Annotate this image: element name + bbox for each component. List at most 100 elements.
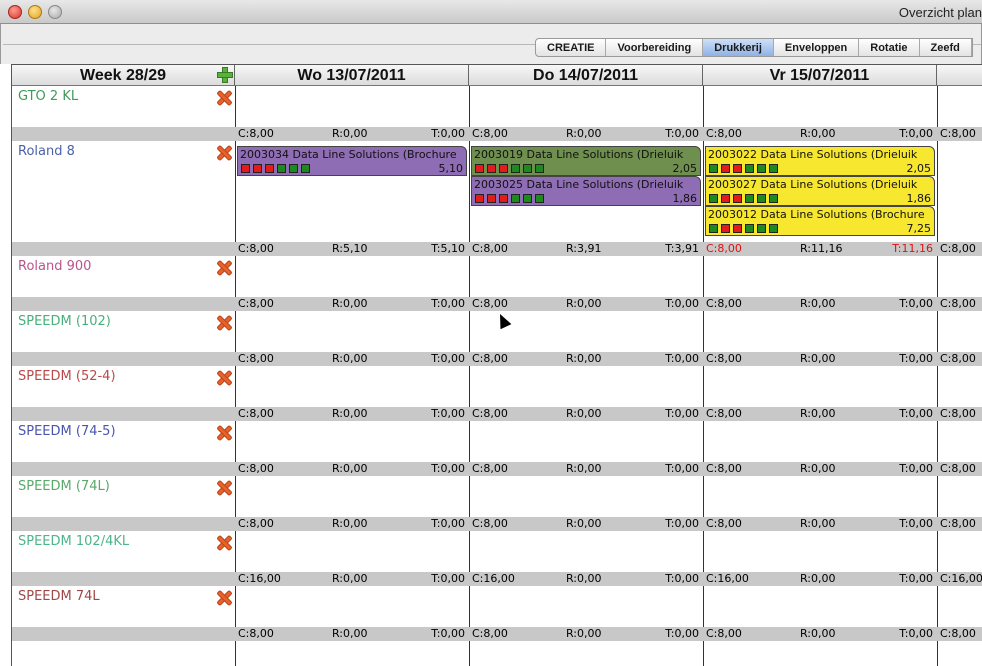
tab-voorbereiding[interactable]: Voorbereiding	[606, 39, 704, 56]
grid-header-row: Week 28/29 Wo 13/07/2011 Do 14/07/2011 V…	[12, 65, 982, 86]
day-header-vr: Vr 15/07/2011	[703, 65, 937, 86]
capacity-summary-cell: C:8,00 R:0,00 T:0,00	[703, 462, 937, 476]
capacity-summary-cell: C:8,00	[937, 462, 982, 476]
reserved-value: R:0,00	[566, 572, 602, 585]
tab-drukkerij[interactable]: Drukkerij	[703, 39, 774, 56]
total-value: T:3,91	[665, 242, 699, 255]
capacity-summary-cell: C:8,00	[937, 352, 982, 366]
job-hours: 2,05	[672, 162, 698, 175]
job-hours: 7,25	[906, 222, 932, 235]
machine-name[interactable]: Roland 8	[18, 144, 75, 159]
remove-machine-icon[interactable]	[216, 145, 232, 161]
machine-name[interactable]: SPEEDM (74-5)	[18, 424, 116, 439]
reserved-value: R:0,00	[566, 462, 602, 475]
status-square-green	[523, 194, 532, 203]
total-value: T:0,00	[899, 572, 933, 585]
capacity-value: C:8,00	[940, 407, 976, 420]
capacity-summary-cell: C:8,00 R:0,00 T:0,00	[235, 627, 469, 641]
capacity-summary-bar: C:8,00 R:0,00 T:0,00 C:8,00 R:0,00 T:0,00 C:8,…	[12, 517, 982, 531]
capacity-value: C:8,00	[940, 127, 976, 140]
zoom-window-button[interactable]	[48, 5, 62, 19]
reserved-value: R:0,00	[332, 407, 368, 420]
remove-machine-icon[interactable]	[216, 315, 232, 331]
job-title: 2003027 Data Line Solutions (Drieluik	[708, 178, 918, 191]
job-status-indicators	[241, 164, 310, 173]
status-square-green	[769, 194, 778, 203]
capacity-summary-cell: C:16,00	[937, 572, 982, 586]
tab-zeefd[interactable]: Zeefd	[920, 39, 972, 56]
machine-name[interactable]: SPEEDM (102)	[18, 314, 111, 329]
remove-machine-icon[interactable]	[216, 535, 232, 551]
reserved-value: R:0,00	[566, 517, 602, 530]
remove-machine-icon[interactable]	[216, 590, 232, 606]
capacity-summary-cell: C:8,00 R:0,00 T:0,00	[703, 127, 937, 141]
tab-enveloppen[interactable]: Enveloppen	[774, 39, 860, 56]
status-square-green	[511, 164, 520, 173]
capacity-summary-bar: C:8,00 R:0,00 T:0,00 C:8,00 R:0,00 T:0,00 C:8,…	[12, 127, 982, 141]
capacity-value: C:8,00	[940, 462, 976, 475]
capacity-value: C:16,00	[238, 572, 281, 585]
machine-name[interactable]: SPEEDM (74L)	[18, 479, 110, 494]
job-status-indicators	[709, 224, 778, 233]
total-value: T:5,10	[431, 242, 465, 255]
reserved-value: R:0,00	[800, 407, 836, 420]
machine-row: SPEEDM 102/4KL C:16,00 R:0,00 T:0,00 C:16,00…	[12, 531, 982, 586]
job-block[interactable]: 2003022 Data Line Solutions (Drieluik 2,0…	[705, 146, 935, 176]
capacity-summary-bar: C:8,00 R:0,00 T:0,00 C:8,00 R:0,00 T:0,00 C:8,…	[12, 297, 982, 311]
status-square-red	[721, 224, 730, 233]
close-window-button[interactable]	[8, 5, 22, 19]
job-block[interactable]: 2003034 Data Line Solutions (Brochure 5,1…	[237, 146, 467, 176]
capacity-summary-cell: C:8,00	[937, 297, 982, 311]
status-square-green	[709, 164, 718, 173]
machine-name[interactable]: SPEEDM 102/4KL	[18, 534, 129, 549]
capacity-summary-cell: C:8,00	[937, 127, 982, 141]
job-hours: 1,86	[672, 192, 698, 205]
job-block[interactable]: 2003025 Data Line Solutions (Drieluik 1,8…	[471, 176, 701, 206]
capacity-summary-cell: C:8,00	[937, 627, 982, 641]
reserved-value: R:0,00	[800, 572, 836, 585]
capacity-summary-cell: C:8,00 R:0,00 T:0,00	[469, 297, 703, 311]
machine-name[interactable]: Roland 900	[18, 259, 91, 274]
machine-name[interactable]: GTO 2 KL	[18, 89, 78, 104]
capacity-summary-cell: C:8,00 R:0,00 T:0,00	[235, 407, 469, 421]
job-block[interactable]: 2003027 Data Line Solutions (Drieluik 1,8…	[705, 176, 935, 206]
reserved-value: R:0,00	[332, 517, 368, 530]
capacity-summary-cell: C:8,00 R:0,00 T:0,00	[469, 462, 703, 476]
remove-machine-icon[interactable]	[216, 370, 232, 386]
status-square-green	[277, 164, 286, 173]
job-block[interactable]: 2003019 Data Line Solutions (Drieluik 2,0…	[471, 146, 701, 176]
status-square-green	[535, 164, 544, 173]
remove-machine-icon[interactable]	[216, 90, 232, 106]
status-square-green	[301, 164, 310, 173]
capacity-summary-cell: C:16,00 R:0,00 T:0,00	[703, 572, 937, 586]
remove-machine-icon[interactable]	[216, 480, 232, 496]
machine-name[interactable]: SPEEDM (52-4)	[18, 369, 116, 384]
capacity-value: C:8,00	[940, 352, 976, 365]
job-block[interactable]: 2003012 Data Line Solutions (Brochure 7,2…	[705, 206, 935, 236]
reserved-value: R:0,00	[332, 297, 368, 310]
job-title: 2003019 Data Line Solutions (Drieluik	[474, 148, 684, 161]
total-value: T:0,00	[665, 517, 699, 530]
remove-machine-icon[interactable]	[216, 260, 232, 276]
capacity-summary-cell: C:8,00 R:0,00 T:0,00	[469, 127, 703, 141]
capacity-value: C:8,00	[940, 297, 976, 310]
day-header-do: Do 14/07/2011	[469, 65, 703, 86]
remove-machine-icon[interactable]	[216, 425, 232, 441]
status-square-red	[499, 194, 508, 203]
add-machine-icon[interactable]	[217, 67, 233, 83]
capacity-value: C:8,00	[706, 627, 742, 640]
tab-creatie[interactable]: CREATIE	[536, 39, 607, 56]
job-title: 2003012 Data Line Solutions (Brochure	[708, 208, 925, 221]
status-square-red	[733, 224, 742, 233]
machine-name[interactable]: SPEEDM 74L	[18, 589, 100, 604]
capacity-summary-cell: C:8,00	[937, 407, 982, 421]
reserved-value: R:11,16	[800, 242, 843, 255]
job-hours: 1,86	[906, 192, 932, 205]
status-square-green	[757, 194, 766, 203]
tab-rotatie[interactable]: Rotatie	[859, 39, 920, 56]
capacity-value: C:8,00	[238, 297, 274, 310]
reserved-value: R:0,00	[332, 127, 368, 140]
minimize-window-button[interactable]	[28, 5, 42, 19]
capacity-value: C:8,00	[706, 462, 742, 475]
window-titlebar: Overzicht plan	[0, 0, 982, 24]
